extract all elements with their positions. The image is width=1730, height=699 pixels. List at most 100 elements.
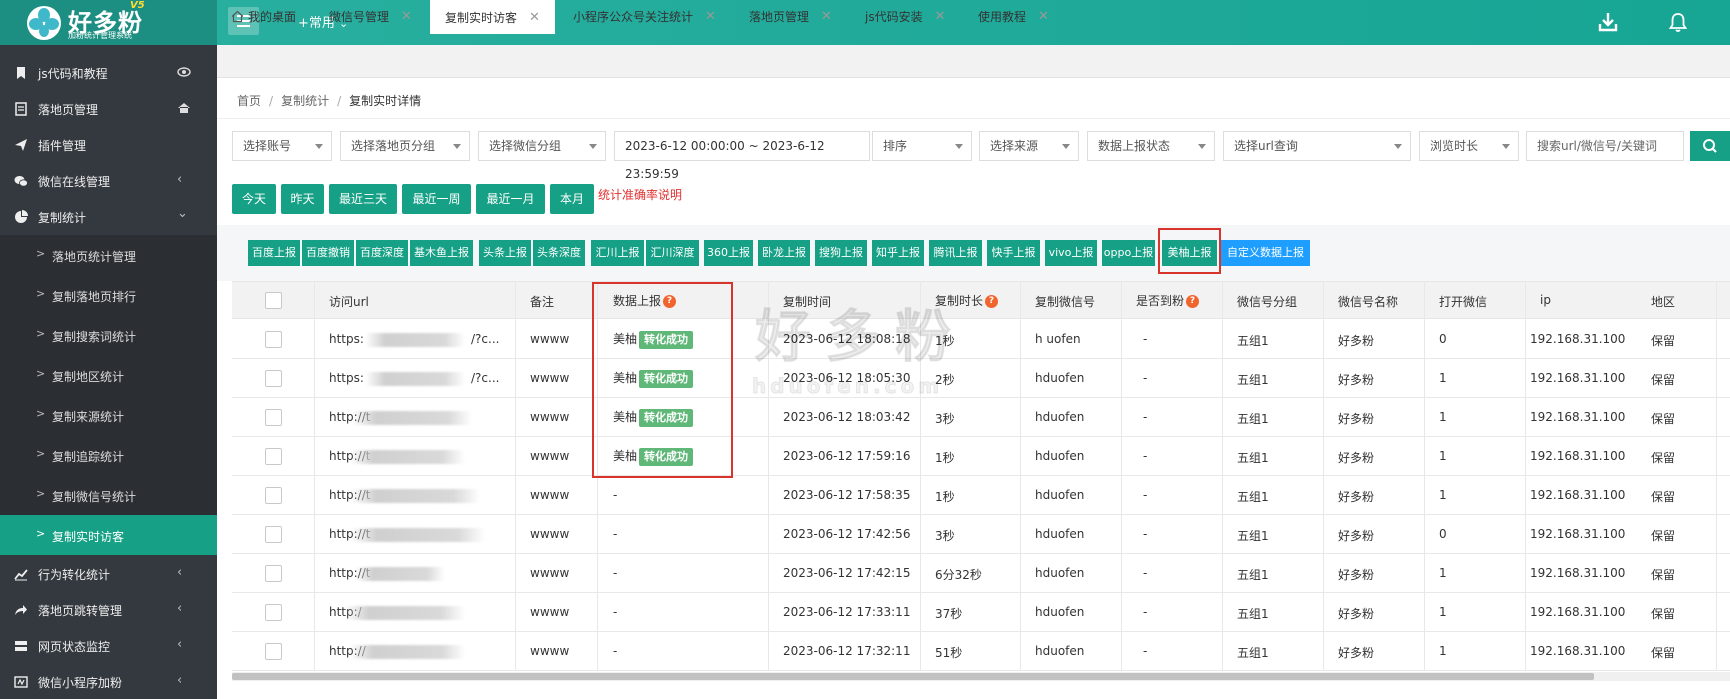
- close-icon[interactable]: ✕: [935, 9, 946, 24]
- custom-report-button[interactable]: 自定义数据上报: [1221, 240, 1310, 266]
- today-button[interactable]: 今天: [232, 184, 276, 214]
- yesterday-button[interactable]: 昨天: [281, 184, 324, 214]
- sidebar-subitem-search-terms[interactable]: > 复制搜索词统计: [0, 315, 217, 355]
- accuracy-note-link[interactable]: 统计准确率说明: [598, 186, 682, 203]
- sidebar-subitem-source-stats[interactable]: > 复制来源统计: [0, 395, 217, 435]
- cell-region: 保留: [1651, 334, 1676, 348]
- row-checkbox[interactable]: [265, 565, 282, 582]
- chevron-right-icon: >: [36, 247, 46, 260]
- select-all-checkbox[interactable]: [265, 292, 282, 309]
- sidebar-subitem-tracking-stats[interactable]: > 复制追踪统计: [0, 435, 217, 475]
- date-range-input[interactable]: 2023-6-12 00:00:00 ~ 2023-6-12 23:59:59: [614, 131, 870, 181]
- huichuan-deep-button[interactable]: 汇川深度: [646, 240, 699, 266]
- row-checkbox[interactable]: [265, 409, 282, 426]
- oppo-report-button[interactable]: oppo上报: [1102, 240, 1155, 266]
- tab-desktop[interactable]: 我的桌面: [231, 0, 296, 33]
- cell-copy-time: 2023-06-12 17:42:15: [783, 566, 911, 580]
- huichuan-report-button[interactable]: 汇川上报: [591, 240, 644, 266]
- tab-wechat-manage[interactable]: 微信号管理 ✕: [329, 0, 412, 33]
- row-checkbox[interactable]: [265, 331, 282, 348]
- row-checkbox[interactable]: [265, 604, 282, 621]
- sidebar-item-redirect[interactable]: 落地页跳转管理 ‹: [0, 592, 217, 628]
- sidebar-subitem-landing-rank[interactable]: > 复制落地页排行: [0, 275, 217, 315]
- baidu-deep-button[interactable]: 百度深度: [356, 240, 408, 266]
- help-icon[interactable]: ?: [1186, 295, 1200, 308]
- sort-select[interactable]: 排序: [872, 131, 972, 161]
- cell-duration: 3秒: [935, 412, 955, 426]
- row-checkbox[interactable]: [265, 643, 282, 660]
- last-week-button[interactable]: 最近一周: [402, 184, 471, 214]
- cell-arrived: -: [1143, 566, 1148, 580]
- wolong-report-button[interactable]: 卧龙上报: [758, 240, 810, 266]
- sidebar-item-copy-stats[interactable]: 复制统计 ⌄: [0, 199, 217, 235]
- sidebar-item-js-code[interactable]: js代码和教程: [0, 55, 217, 91]
- url-query-select[interactable]: 选择url查询: [1223, 131, 1411, 161]
- redaction-blur: [350, 489, 480, 503]
- row-checkbox[interactable]: [265, 448, 282, 465]
- sidebar-subitem-wechat-stats[interactable]: > 复制微信号统计: [0, 475, 217, 515]
- wechat-group-select[interactable]: 选择微信分组: [478, 131, 606, 161]
- vivo-report-button[interactable]: vivo上报: [1045, 240, 1097, 266]
- sidebar-item-landing-pages[interactable]: 落地页管理: [0, 91, 217, 127]
- sogou-report-button[interactable]: 搜狗上报: [815, 240, 867, 266]
- cell-group: 五组1: [1237, 412, 1269, 426]
- cell-report: -: [613, 488, 617, 502]
- sidebar-item-wechat-online[interactable]: 微信在线管理 ‹: [0, 163, 217, 199]
- source-select[interactable]: 选择来源: [979, 131, 1079, 161]
- cell-url[interactable]: https: /?c...: [329, 332, 499, 346]
- search-input[interactable]: 搜索url/微信号/关键词: [1526, 131, 1684, 161]
- close-icon[interactable]: ✕: [705, 9, 716, 24]
- sidebar-item-miniprogram[interactable]: 微信小程序加粉 ‹: [0, 664, 217, 699]
- account-select[interactable]: 选择账号: [232, 131, 332, 161]
- sidebar-subitem-label: 复制搜索词统计: [52, 330, 137, 344]
- kuaishou-report-button[interactable]: 快手上报: [987, 240, 1040, 266]
- last-3-days-button[interactable]: 最近三天: [329, 184, 397, 214]
- row-checkbox[interactable]: [265, 526, 282, 543]
- close-icon[interactable]: ✕: [401, 9, 412, 24]
- tab-realtime-visitors[interactable]: 复制实时访客 ✕: [430, 0, 555, 34]
- report-status-select[interactable]: 数据上报状态: [1087, 131, 1215, 161]
- download-icon[interactable]: [1597, 11, 1619, 33]
- scrollbar-thumb[interactable]: [232, 673, 1594, 680]
- row-checkbox[interactable]: [265, 370, 282, 387]
- sidebar-subitem-landing-stats[interactable]: > 落地页统计管理: [0, 235, 217, 275]
- baidu-revoke-button[interactable]: 百度撤销: [302, 240, 354, 266]
- cell-name: 好多粉: [1338, 568, 1375, 582]
- browse-time-select[interactable]: 浏览时长: [1419, 131, 1519, 161]
- sidebar-subitem-region-stats[interactable]: > 复制地区统计: [0, 355, 217, 395]
- breadcrumb-home[interactable]: 首页: [237, 94, 261, 108]
- jimuyu-report-button[interactable]: 基木鱼上报: [410, 240, 473, 266]
- bell-icon[interactable]: [1667, 11, 1689, 33]
- close-icon[interactable]: ✕: [1038, 9, 1049, 24]
- tab-miniprogram-stats[interactable]: 小程序公众号关注统计 ✕: [573, 0, 716, 33]
- close-icon[interactable]: ✕: [821, 9, 832, 24]
- 360-report-button[interactable]: 360上报: [704, 240, 753, 266]
- sidebar-item-page-monitor[interactable]: 网页状态监控 ‹: [0, 628, 217, 664]
- sidebar-item-behavior-stats[interactable]: 行为转化统计 ‹: [0, 556, 217, 592]
- search-button[interactable]: [1690, 131, 1730, 161]
- landing-group-select[interactable]: 选择落地页分组: [340, 131, 470, 161]
- toutiao-report-button[interactable]: 头条上报: [479, 240, 531, 266]
- last-month-button[interactable]: 最近一月: [476, 184, 545, 214]
- baidu-report-button[interactable]: 百度上报: [248, 240, 300, 266]
- help-icon[interactable]: ?: [985, 295, 999, 308]
- tab-js-install[interactable]: js代码安装 ✕: [865, 0, 946, 33]
- sidebar-item-plugins[interactable]: 插件管理: [0, 127, 217, 163]
- breadcrumb-copy-stats[interactable]: 复制统计: [281, 94, 329, 108]
- report-platform: -: [613, 566, 618, 580]
- logo-area[interactable]: 好多粉 V5 加粉统计管理系统: [0, 0, 217, 45]
- chevron-down-icon: ⌄: [177, 206, 188, 221]
- cell-url[interactable]: https: /?c...: [329, 371, 499, 385]
- toutiao-deep-button[interactable]: 头条深度: [533, 240, 585, 266]
- this-month-button[interactable]: 本月: [550, 184, 594, 214]
- cell-region: 保留: [1651, 373, 1676, 387]
- tab-tutorial[interactable]: 使用教程 ✕: [978, 0, 1049, 33]
- sidebar-item-label: 微信小程序加粉: [38, 675, 123, 690]
- zhihu-report-button[interactable]: 知乎上报: [872, 240, 924, 266]
- tencent-report-button[interactable]: 腾讯上报: [929, 240, 982, 266]
- redaction-blur: [350, 645, 465, 659]
- tab-landing-manage[interactable]: 落地页管理 ✕: [749, 0, 832, 33]
- sidebar-subitem-realtime-visitors[interactable]: > 复制实时访客: [0, 515, 217, 555]
- row-checkbox[interactable]: [265, 487, 282, 504]
- close-icon[interactable]: ✕: [529, 10, 540, 25]
